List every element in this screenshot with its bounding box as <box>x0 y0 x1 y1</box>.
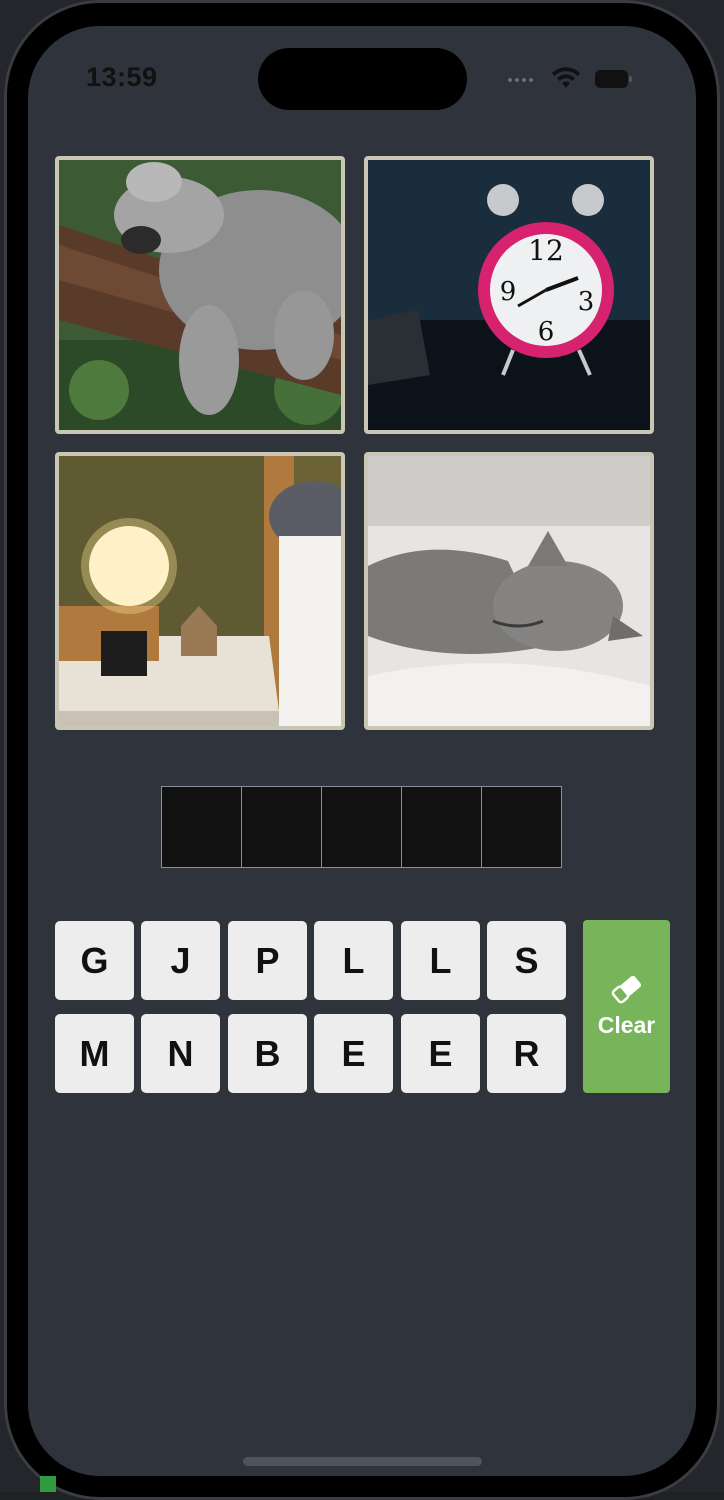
dynamic-island <box>258 48 467 110</box>
letter-key-r[interactable]: R <box>487 1014 566 1093</box>
answer-slot[interactable] <box>482 787 561 867</box>
letter-key-b[interactable]: B <box>228 1014 307 1093</box>
image-tile-lamp <box>55 452 345 730</box>
image-tile-clock: 12 9 3 6 <box>364 156 654 434</box>
letter-key-n[interactable]: N <box>141 1014 220 1093</box>
letter-key-e-2[interactable]: E <box>401 1014 480 1093</box>
image-tile-koala <box>55 156 345 434</box>
svg-text:3: 3 <box>578 287 595 317</box>
clear-button[interactable]: Clear <box>583 920 670 1093</box>
lamp-photo <box>59 456 341 726</box>
cellular-signal-icon <box>508 78 533 82</box>
wifi-icon <box>552 67 580 88</box>
svg-text:12: 12 <box>528 234 564 267</box>
letter-key-j[interactable]: J <box>141 921 220 1000</box>
letter-key-e[interactable]: E <box>314 1014 393 1093</box>
status-time: 13:59 <box>86 62 158 92</box>
eraser-icon <box>611 975 641 1004</box>
answer-slot[interactable] <box>162 787 241 867</box>
answer-slot[interactable] <box>242 787 321 867</box>
answer-slot[interactable] <box>402 787 481 867</box>
letter-key-g[interactable]: G <box>55 921 134 1000</box>
letter-key-m[interactable]: M <box>55 1014 134 1093</box>
battery-icon <box>595 70 632 88</box>
clear-label: Clear <box>597 1012 656 1038</box>
letter-key-l-2[interactable]: L <box>401 921 480 1000</box>
letter-key-p[interactable]: P <box>228 921 307 1000</box>
corner-indicator <box>40 1476 56 1492</box>
letter-key-l[interactable]: L <box>314 921 393 1000</box>
image-tile-cat <box>364 452 654 730</box>
koala-photo <box>59 160 341 430</box>
cat-photo <box>368 456 650 726</box>
answer-slots <box>161 786 562 868</box>
svg-text:6: 6 <box>538 317 555 347</box>
clock-photo: 12 9 3 6 <box>368 160 650 430</box>
answer-slot[interactable] <box>322 787 401 867</box>
letter-key-s[interactable]: S <box>487 921 566 1000</box>
svg-text:9: 9 <box>500 277 517 307</box>
home-indicator[interactable] <box>243 1457 482 1466</box>
